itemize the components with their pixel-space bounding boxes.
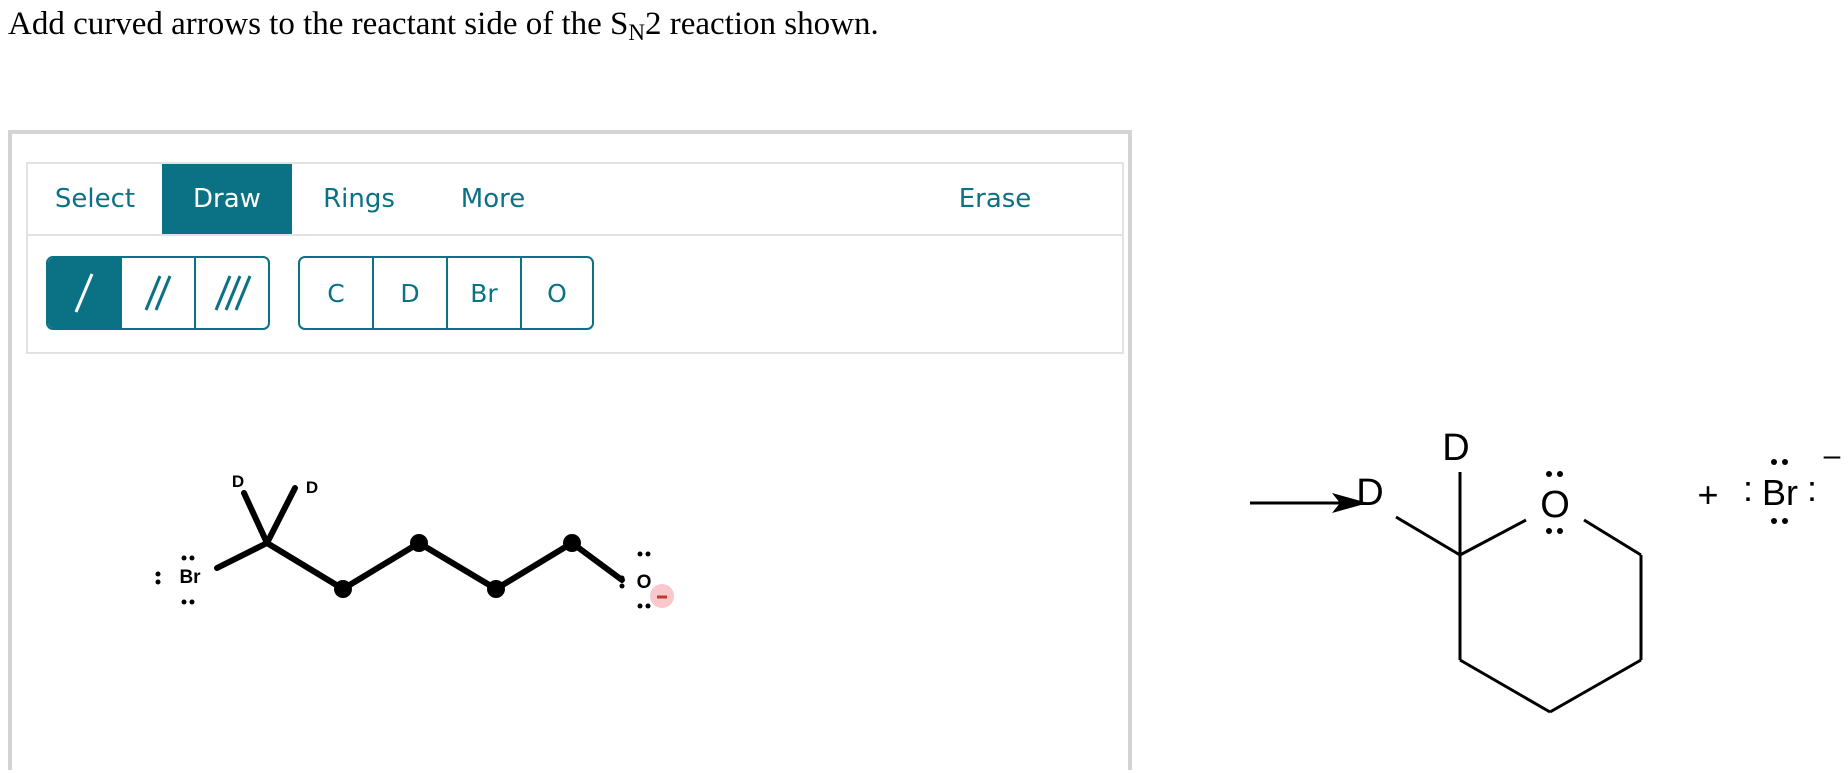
atom-c-button[interactable]: C [300,258,374,328]
double-bond-button[interactable] [122,258,196,328]
reaction-product-area: D D O + Br : : – [1250,427,1841,714]
tab-draw[interactable]: Draw [162,164,292,234]
bromide-left-lone-pair: : [1743,468,1753,509]
question-subscript: N [628,20,646,45]
product-ring-bonds [1395,472,1643,714]
triple-bond-button[interactable] [196,258,268,328]
plus-sign: + [1697,474,1718,515]
molecule-editor: Select Draw Rings More Erase C D Br O D … [8,130,1132,770]
atom-o-button[interactable]: O [522,258,592,328]
carbon-node[interactable] [334,580,352,598]
drawing-canvas[interactable]: D D Br O [12,358,1128,774]
reactant-atom-d1[interactable]: D [232,472,244,491]
product-atom-d-left: D [1356,472,1383,514]
double-bond-icon [144,275,172,311]
reactant-atom-br[interactable]: Br [179,567,201,588]
editor-tab-bar: Select Draw Rings More Erase [26,162,1124,236]
reactant-atom-o[interactable]: O [637,572,652,593]
tab-more[interactable]: More [426,164,560,234]
product-atom-d-top: D [1442,427,1469,469]
question-text: Add curved arrows to the reactant side o… [8,2,879,55]
tab-select[interactable]: Select [28,164,162,234]
tab-erase[interactable]: Erase [928,164,1062,234]
single-bond-button[interactable] [48,258,122,328]
reactant-atom-d2[interactable]: D [306,478,318,497]
bromide-charge: – [1824,439,1841,472]
atom-d-button[interactable]: D [374,258,448,328]
atom-br-button[interactable]: Br [448,258,522,328]
carbon-node[interactable] [563,534,581,552]
draw-tool-row: C D Br O [26,236,1124,354]
single-bond-icon [74,273,94,313]
question-text-main: Add curved arrows to the reactant side o… [8,6,629,42]
triple-bond-icon [214,275,252,311]
product-atom-o: O [1540,484,1570,526]
bromide-right-lone-pair: : [1807,468,1817,509]
carbon-node[interactable] [487,580,505,598]
tab-rings[interactable]: Rings [292,164,426,234]
question-text-end: 2 reaction shown. [645,6,879,42]
bond-button-group [46,256,270,330]
carbon-node[interactable] [410,534,428,552]
atom-button-group: C D Br O [298,256,594,330]
bromide-ion: Br [1762,472,1798,513]
